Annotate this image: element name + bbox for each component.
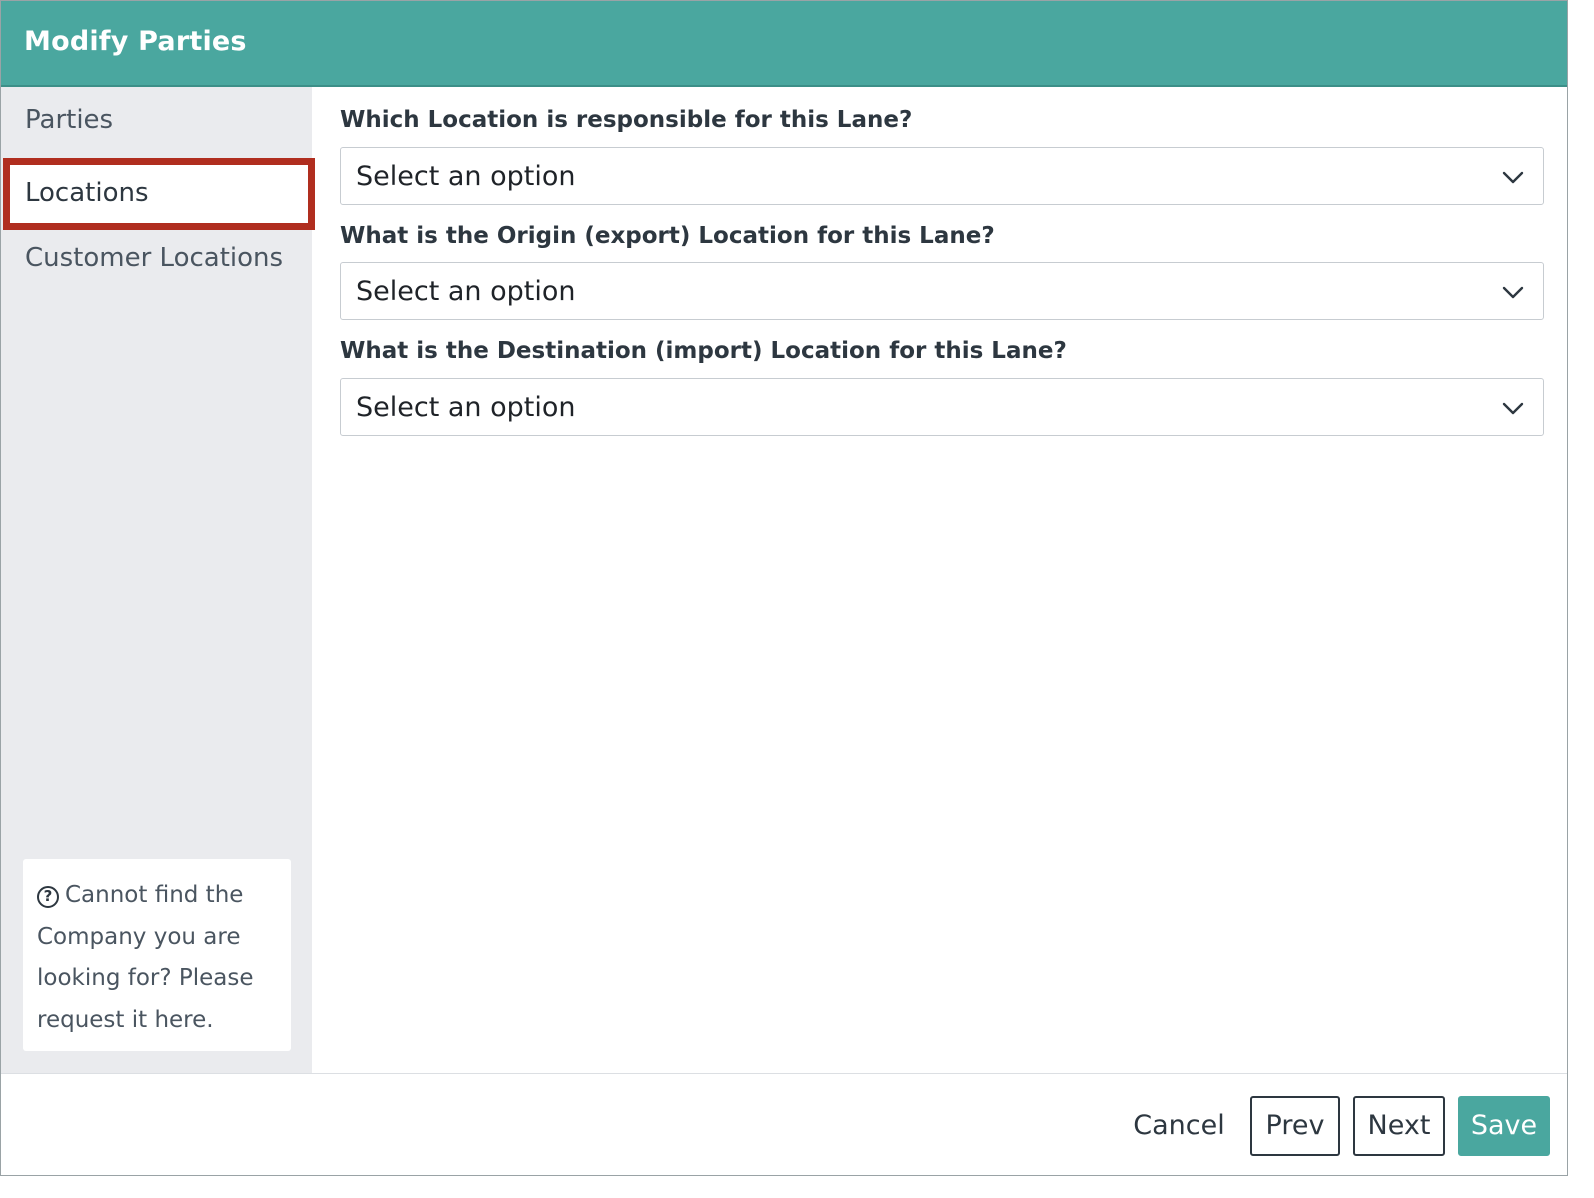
sidebar-item-label: Parties: [25, 105, 114, 135]
destination-location-label: What is the Destination (import) Locatio…: [340, 338, 1067, 364]
save-button[interactable]: Save: [1458, 1096, 1550, 1156]
question-circle-icon: ?: [37, 886, 59, 908]
sidebar-item-parties[interactable]: Parties: [1, 87, 312, 155]
modify-parties-dialog: Modify Parties Parties Locations Custome…: [0, 0, 1568, 1176]
origin-location-label: What is the Origin (export) Location for…: [340, 223, 995, 249]
dialog-title: Modify Parties: [24, 26, 247, 57]
next-button[interactable]: Next: [1353, 1096, 1445, 1156]
origin-location-select[interactable]: Select an option: [340, 262, 1544, 320]
help-text: Cannot find the Company you are looking …: [37, 882, 254, 1033]
select-value: Select an option: [356, 392, 576, 423]
dialog-header: Modify Parties: [1, 1, 1567, 87]
dialog-footer: Cancel Prev Next Save: [1, 1073, 1567, 1175]
cancel-button[interactable]: Cancel: [1123, 1096, 1235, 1156]
responsible-location-select[interactable]: Select an option: [340, 147, 1544, 205]
sidebar-item-locations[interactable]: Locations: [3, 158, 315, 230]
help-box[interactable]: ? Cannot find the Company you are looking…: [23, 859, 291, 1051]
prev-button[interactable]: Prev: [1250, 1096, 1340, 1156]
sidebar: Parties Locations Customer Locations ? Ca…: [1, 87, 315, 1073]
sidebar-item-label: Locations: [25, 178, 149, 208]
responsible-location-label: Which Location is responsible for this L…: [340, 107, 913, 133]
chevron-down-icon: [1502, 171, 1524, 184]
sidebar-item-customer-locations[interactable]: Customer Locations: [1, 225, 312, 293]
main-form: Which Location is responsible for this L…: [312, 87, 1567, 1073]
destination-location-select[interactable]: Select an option: [340, 378, 1544, 436]
select-value: Select an option: [356, 161, 576, 192]
chevron-down-icon: [1502, 402, 1524, 415]
select-value: Select an option: [356, 276, 576, 307]
sidebar-item-label: Customer Locations: [25, 243, 284, 273]
help-message[interactable]: ? Cannot find the Company you are looking…: [37, 875, 285, 1041]
chevron-down-icon: [1502, 286, 1524, 299]
